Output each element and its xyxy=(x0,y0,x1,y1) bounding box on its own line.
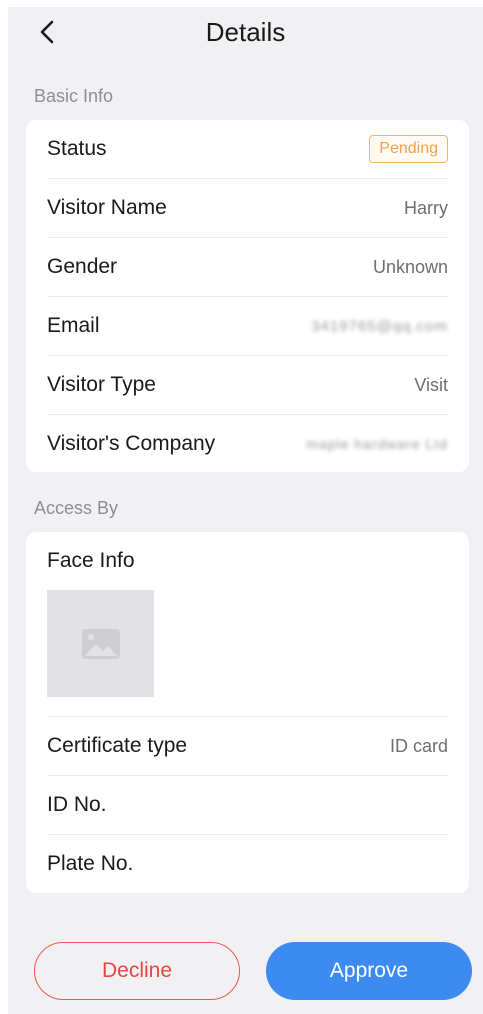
gender-label: Gender xyxy=(47,255,118,278)
certificate-type-row: Certificate type ID card xyxy=(47,717,448,775)
access-by-label: Access By xyxy=(34,498,119,518)
gender-row: Gender Unknown xyxy=(47,238,448,296)
approve-button[interactable]: Approve xyxy=(266,942,472,1000)
status-badge: Pending xyxy=(369,135,448,163)
status-label: Status xyxy=(47,137,107,160)
access-by-card: Face Info Certificate type ID card ID No… xyxy=(26,532,469,893)
plate-number-label: Plate No. xyxy=(47,852,134,875)
basic-info-card: Status Pending Visitor Name Harry Gender… xyxy=(26,120,469,472)
visitor-company-value: maple hardware Ltd xyxy=(306,436,448,452)
visitor-type-label: Visitor Type xyxy=(47,373,156,396)
header-bar: Details xyxy=(8,7,483,57)
plate-number-row: Plate No. xyxy=(47,835,448,893)
face-photo-placeholder[interactable] xyxy=(47,590,154,697)
visitor-name-label: Visitor Name xyxy=(47,196,167,219)
visitor-name-row: Visitor Name Harry xyxy=(47,179,448,237)
gender-value: Unknown xyxy=(372,256,448,277)
visitor-name-value: Harry xyxy=(404,197,448,218)
email-row: Email 3419765@qq.com xyxy=(47,297,448,355)
face-info-label: Face Info xyxy=(47,549,135,572)
visitor-company-row: Visitor's Company maple hardware Ltd xyxy=(47,415,448,473)
id-number-label: ID No. xyxy=(47,793,107,816)
visitor-type-value: Visit xyxy=(414,374,448,395)
certificate-type-label: Certificate type xyxy=(47,734,188,757)
details-screen: Details Basic Info Status Pending Visito… xyxy=(8,7,483,1014)
visitor-company-label: Visitor's Company xyxy=(47,432,216,455)
image-placeholder-icon xyxy=(81,628,120,659)
email-value: 3419765@qq.com xyxy=(311,317,448,335)
page-title: Details xyxy=(205,17,286,47)
certificate-type-value: ID card xyxy=(389,735,448,756)
basic-info-label: Basic Info xyxy=(34,86,114,106)
decline-button[interactable]: Decline xyxy=(34,942,240,1000)
id-number-row: ID No. xyxy=(47,776,448,834)
status-row: Status Pending xyxy=(47,120,448,178)
email-label: Email xyxy=(47,314,100,337)
visitor-type-row: Visitor Type Visit xyxy=(47,356,448,414)
face-info-row: Face Info xyxy=(47,532,448,590)
